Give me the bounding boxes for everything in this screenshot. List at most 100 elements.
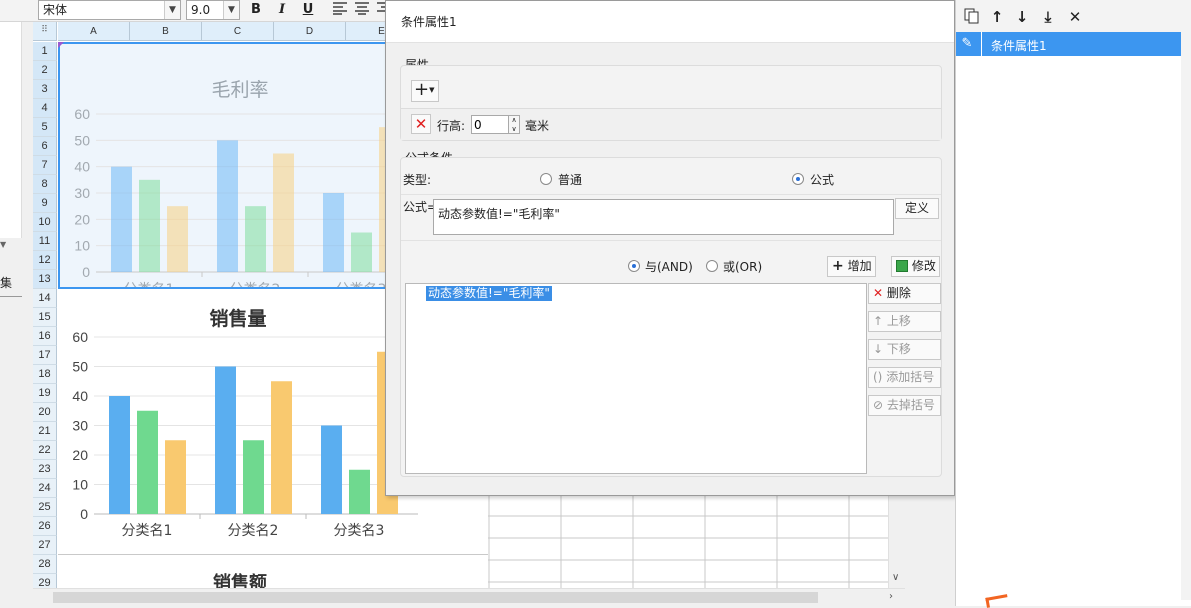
- condition-panel-item[interactable]: ✎ 条件属性1: [956, 32, 1181, 56]
- column-header[interactable]: A: [58, 22, 130, 41]
- row-header[interactable]: 10: [33, 213, 57, 232]
- or-radio[interactable]: [706, 260, 718, 272]
- y-tick-label: 60: [74, 106, 90, 122]
- scroll-right-arrow-icon[interactable]: ›: [889, 591, 893, 602]
- type-formula-label[interactable]: 公式: [810, 171, 834, 188]
- row-header[interactable]: 21: [33, 422, 57, 441]
- row-header[interactable]: 13: [33, 270, 57, 289]
- bar: [111, 166, 132, 272]
- divider: [981, 32, 982, 56]
- type-formula-radio[interactable]: [792, 173, 804, 185]
- row-header[interactable]: 5: [33, 118, 57, 137]
- arrow-up-icon[interactable]: ↑: [988, 8, 1006, 26]
- remove-bracket-button[interactable]: ⊘ 去掉括号: [868, 395, 941, 416]
- chevron-down-icon: ▼: [164, 1, 180, 19]
- arrow-down-icon[interactable]: ↓: [1013, 8, 1031, 26]
- row-header[interactable]: 14: [33, 289, 57, 308]
- arrow-down-icon: ↓: [873, 342, 884, 356]
- and-label[interactable]: 与(AND): [645, 258, 693, 275]
- row-header[interactable]: 11: [33, 232, 57, 251]
- panel-scrollbar[interactable]: [1181, 32, 1191, 600]
- select-all-corner[interactable]: ⠿: [33, 22, 57, 41]
- align-left-icon: [333, 2, 347, 15]
- or-label[interactable]: 或(OR): [723, 258, 762, 275]
- chart-sales-volume-frame[interactable]: 销售量 0 10 20 30 40 50 60 分类名1 分类名2 分类名3: [58, 291, 418, 549]
- horizontal-scrollbar[interactable]: ›: [33, 588, 905, 605]
- add-condition-button[interactable]: + 增加: [827, 256, 876, 277]
- unit-label: 毫米: [525, 119, 550, 133]
- define-button[interactable]: 定义: [895, 198, 939, 219]
- condition-attribute-dialog: 条件属性1 属性 +▼ ✕ 行高: ∧∨ 毫米 公式条件 类型: 普通 公式 公…: [385, 0, 955, 496]
- delete-icon[interactable]: ✕: [1066, 8, 1084, 26]
- modify-icon: [896, 260, 908, 272]
- align-center-button[interactable]: [352, 1, 372, 19]
- add-attribute-button[interactable]: +▼: [411, 80, 439, 102]
- horizontal-scroll-thumb[interactable]: [53, 592, 818, 603]
- row-header[interactable]: 1: [33, 42, 57, 61]
- and-radio[interactable]: [628, 260, 640, 272]
- plus-icon: +: [414, 79, 430, 100]
- column-header[interactable]: B: [130, 22, 202, 41]
- chevron-down-icon[interactable]: ▼: [0, 240, 12, 249]
- row-header[interactable]: 28: [33, 555, 57, 574]
- delete-condition-button[interactable]: ✕ 删除: [868, 283, 941, 304]
- row-header[interactable]: 6: [33, 137, 57, 156]
- bar: [349, 469, 370, 514]
- row-header[interactable]: 29: [33, 574, 57, 588]
- left-panel: ▼ 集: [0, 22, 33, 606]
- row-height-input[interactable]: [471, 115, 509, 134]
- bar: [137, 410, 158, 514]
- font-size-select[interactable]: 9.0 ▼: [186, 0, 240, 20]
- row-header[interactable]: 25: [33, 498, 57, 517]
- row-header[interactable]: 4: [33, 99, 57, 118]
- row-header[interactable]: 27: [33, 536, 57, 555]
- row-height-stepper[interactable]: ∧ ∨: [509, 115, 520, 134]
- modify-condition-button[interactable]: 修改: [891, 256, 940, 277]
- column-header[interactable]: D: [274, 22, 346, 41]
- left-panel-tab[interactable]: 集: [0, 274, 22, 296]
- row-header[interactable]: 7: [33, 156, 57, 175]
- chart-sales-amount-title: 销售额: [213, 573, 267, 588]
- move-down-button[interactable]: ↓ 下移: [868, 339, 941, 360]
- row-header[interactable]: 9: [33, 194, 57, 213]
- move-up-button[interactable]: ↑ 上移: [868, 311, 941, 332]
- underline-button[interactable]: U: [298, 1, 318, 19]
- row-header[interactable]: 24: [33, 479, 57, 498]
- type-normal-radio[interactable]: [540, 173, 552, 185]
- row-header[interactable]: 18: [33, 365, 57, 384]
- scroll-down-arrow-icon[interactable]: ∨: [892, 572, 899, 583]
- formula-field[interactable]: 动态参数值!="毛利率": [433, 199, 894, 235]
- chart-gross-margin-frame[interactable]: 毛利率 0 10 20 30 40 50 60 分类名1 分类名2 分类名3: [58, 42, 418, 298]
- italic-button[interactable]: I: [272, 1, 292, 19]
- row-header[interactable]: 19: [33, 384, 57, 403]
- column-header[interactable]: C: [202, 22, 274, 41]
- delete-attribute-button[interactable]: ✕: [411, 114, 431, 134]
- add-bracket-button[interactable]: () 添加括号: [868, 367, 941, 388]
- row-header[interactable]: 26: [33, 517, 57, 536]
- bold-button[interactable]: B: [246, 1, 266, 19]
- row-header[interactable]: 22: [33, 441, 57, 460]
- y-tick-label: 30: [72, 418, 88, 434]
- row-header[interactable]: 16: [33, 327, 57, 346]
- row-header[interactable]: 3: [33, 80, 57, 99]
- y-tick-label: 50: [74, 132, 90, 148]
- condition-list-item[interactable]: 动态参数值!="毛利率": [426, 286, 552, 301]
- row-header[interactable]: 17: [33, 346, 57, 365]
- row-header[interactable]: 2: [33, 61, 57, 80]
- row-header[interactable]: 12: [33, 251, 57, 270]
- row-header[interactable]: 23: [33, 460, 57, 479]
- x-tick-label: 分类名3: [334, 523, 385, 539]
- row-header[interactable]: 20: [33, 403, 57, 422]
- row-header[interactable]: 15: [33, 308, 57, 327]
- condition-list[interactable]: 动态参数值!="毛利率": [405, 283, 867, 474]
- type-normal-label[interactable]: 普通: [558, 171, 582, 188]
- bar: [167, 206, 188, 272]
- font-name-select[interactable]: 宋体 ▼: [38, 0, 181, 20]
- y-tick-label: 30: [74, 185, 90, 201]
- formula-condition-group: 类型: 普通 公式 公式= 动态参数值!="毛利率" 定义 与(AND) 或(O…: [400, 157, 942, 477]
- x-tick-label: 分类名1: [122, 523, 173, 539]
- move-to-bottom-icon[interactable]: ⤓: [1039, 8, 1057, 26]
- row-header[interactable]: 8: [33, 175, 57, 194]
- align-left-button[interactable]: [330, 1, 350, 19]
- copy-icon[interactable]: [963, 8, 981, 26]
